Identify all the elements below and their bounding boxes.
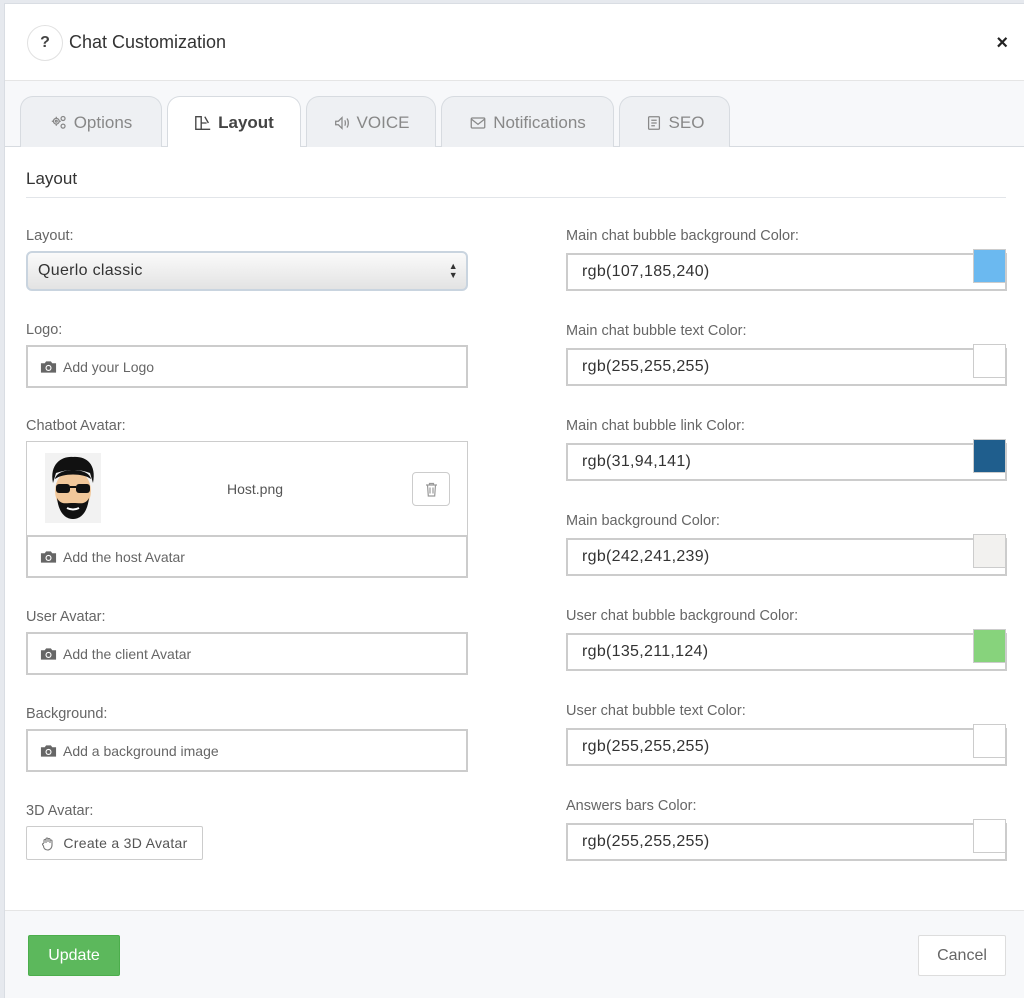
add-logo-button[interactable]: Add your Logo xyxy=(26,345,468,388)
color-swatch[interactable] xyxy=(973,819,1006,853)
color-label: Main background Color: xyxy=(566,513,720,529)
color-value: rgb(31,94,141) xyxy=(582,453,692,470)
chat-customization-dialog: ? Chat Customization × Options Layout VO… xyxy=(4,3,1024,998)
chatbot-avatar-preview: Host.png xyxy=(26,441,468,536)
tab-notifications[interactable]: Notifications xyxy=(441,96,614,148)
color-value: rgb(255,255,255) xyxy=(582,833,710,850)
color-swatch[interactable] xyxy=(973,534,1006,568)
color-input[interactable]: rgb(242,241,239) xyxy=(566,534,1007,576)
camera-icon xyxy=(40,360,57,373)
delete-avatar-button[interactable] xyxy=(412,472,450,506)
trash-icon xyxy=(425,482,437,497)
add-background-button[interactable]: Add a background image xyxy=(26,729,468,772)
color-swatch[interactable] xyxy=(973,344,1006,378)
tab-voice[interactable]: VOICE xyxy=(306,96,436,148)
camera-icon xyxy=(40,744,57,757)
tab-options-label: Options xyxy=(73,112,133,132)
document-icon xyxy=(647,115,660,130)
layout-select-value: Querlo classic xyxy=(38,262,143,279)
color-value: rgb(107,185,240) xyxy=(582,263,710,280)
color-label: User chat bubble text Color: xyxy=(566,703,746,719)
color-input[interactable]: rgb(255,255,255) xyxy=(566,724,1007,766)
color-value: rgb(135,211,124) xyxy=(582,643,709,660)
add-client-avatar-label: Add the client Avatar xyxy=(63,645,192,662)
close-button[interactable]: × xyxy=(996,33,1008,53)
section-divider xyxy=(26,197,1006,198)
tab-layout[interactable]: Layout xyxy=(167,96,301,149)
add-host-avatar-button[interactable]: Add the host Avatar xyxy=(26,535,468,578)
logo-label: Logo: xyxy=(26,322,63,338)
color-label: Main chat bubble text Color: xyxy=(566,323,747,339)
section-title: Layout xyxy=(26,169,78,188)
chatbot-avatar-label: Chatbot Avatar: xyxy=(26,418,126,434)
color-label: Main chat bubble background Color: xyxy=(566,228,799,244)
tab-seo[interactable]: SEO xyxy=(619,96,730,148)
speaker-icon xyxy=(334,115,349,130)
camera-icon xyxy=(40,550,57,563)
tab-bar: Options Layout VOICE Notifications SEO xyxy=(5,81,1024,149)
avatar3d-label: 3D Avatar: xyxy=(26,803,94,819)
help-button[interactable]: ? xyxy=(27,25,63,61)
color-input[interactable]: rgb(135,211,124) xyxy=(566,629,1007,671)
color-label: Answers bars Color: xyxy=(566,798,697,814)
host-avatar-image xyxy=(45,453,101,523)
tab-options[interactable]: Options xyxy=(20,96,162,148)
color-swatch[interactable] xyxy=(973,249,1006,283)
tab-voice-label: VOICE xyxy=(356,112,410,132)
hand-icon xyxy=(42,836,53,851)
layout-icon xyxy=(195,116,211,130)
add-logo-label: Add your Logo xyxy=(63,358,155,375)
add-host-avatar-label: Add the host Avatar xyxy=(63,548,185,565)
layout-label: Layout: xyxy=(26,228,74,244)
camera-icon xyxy=(40,647,57,660)
update-button[interactable]: Update xyxy=(28,935,120,976)
add-client-avatar-button[interactable]: Add the client Avatar xyxy=(26,632,468,675)
color-swatch[interactable] xyxy=(973,439,1006,473)
color-value: rgb(242,241,239) xyxy=(582,548,710,565)
select-arrows-icon: ▲ ▼ xyxy=(448,261,458,280)
avatar-file-name: Host.png xyxy=(227,481,284,497)
color-swatch[interactable] xyxy=(973,629,1006,663)
cancel-button[interactable]: Cancel xyxy=(918,935,1006,976)
create-3d-avatar-label: Create a 3D Avatar xyxy=(63,835,188,851)
dialog-header: ? Chat Customization × xyxy=(5,4,1024,81)
add-background-label: Add a background image xyxy=(63,742,219,759)
dialog-footer: Update Cancel xyxy=(5,910,1024,998)
tab-notifications-label: Notifications xyxy=(493,112,586,132)
color-label: Main chat bubble link Color: xyxy=(566,418,745,434)
color-swatch[interactable] xyxy=(973,724,1006,758)
color-label: User chat bubble background Color: xyxy=(566,608,799,624)
background-label: Background: xyxy=(26,706,108,722)
tab-layout-label: Layout xyxy=(218,113,274,132)
tab-seo-label: SEO xyxy=(668,112,705,132)
color-value: rgb(255,255,255) xyxy=(582,358,710,375)
envelope-icon xyxy=(470,116,486,129)
color-value: rgb(255,255,255) xyxy=(582,738,710,755)
color-input[interactable]: rgb(255,255,255) xyxy=(566,344,1007,386)
create-3d-avatar-button[interactable]: Create a 3D Avatar xyxy=(26,826,203,860)
dialog-title: Chat Customization xyxy=(69,32,227,52)
layout-panel: Layout Layout: Querlo classic ▲ ▼ Logo: A… xyxy=(5,147,1024,910)
color-input[interactable]: rgb(107,185,240) xyxy=(566,249,1007,291)
color-input[interactable]: rgb(31,94,141) xyxy=(566,439,1007,481)
layout-select[interactable]: Querlo classic ▲ ▼ xyxy=(26,251,468,291)
user-avatar-label: User Avatar: xyxy=(26,609,106,625)
color-input[interactable]: rgb(255,255,255) xyxy=(566,819,1007,861)
gears-icon xyxy=(51,115,66,129)
